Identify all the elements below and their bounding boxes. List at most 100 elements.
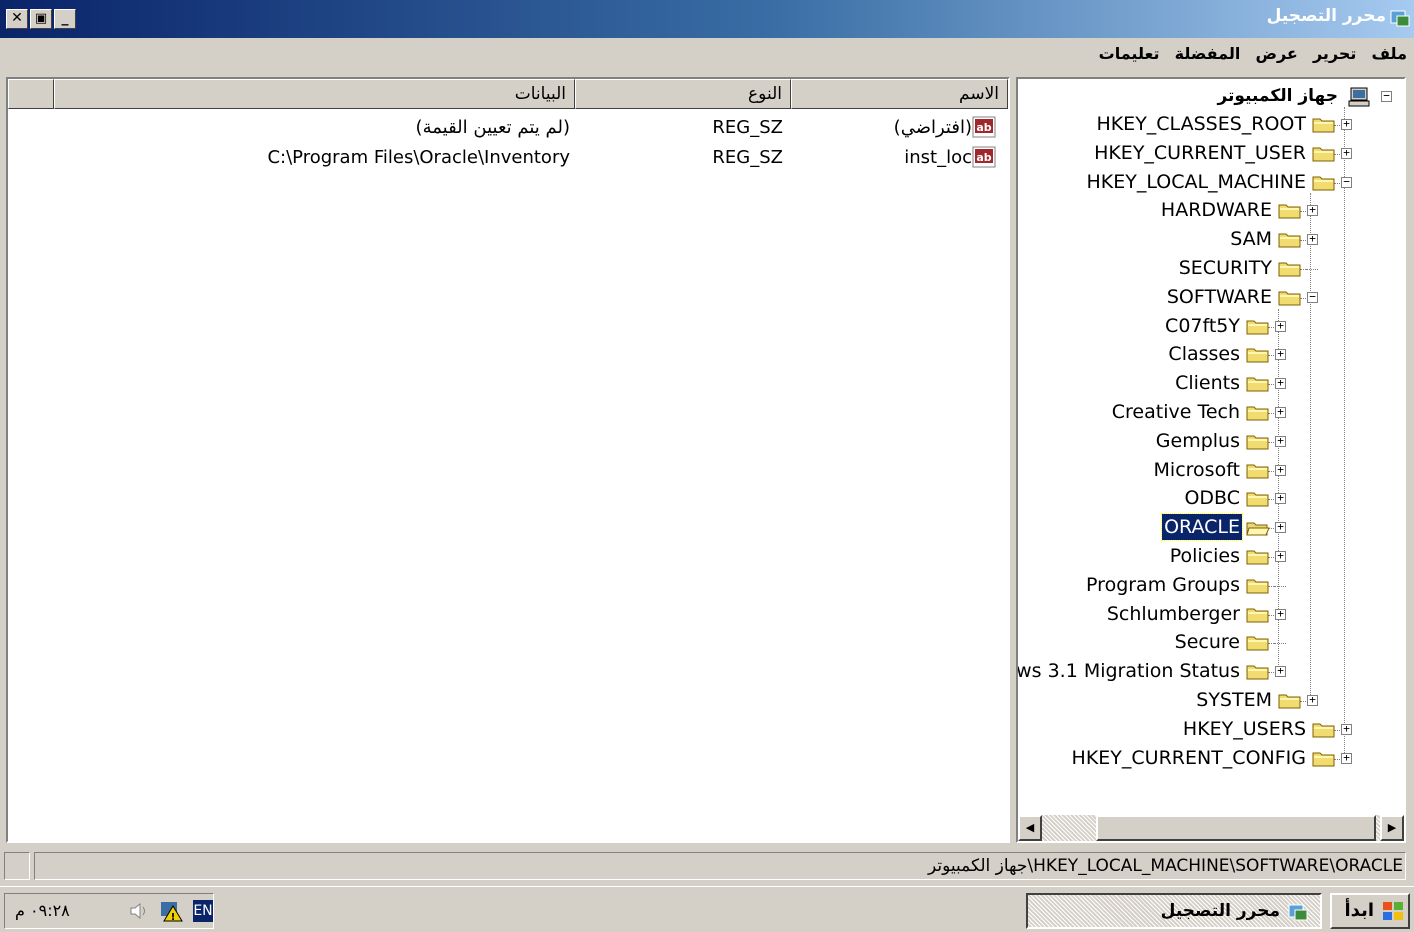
expand-icon[interactable]: + (1275, 521, 1286, 534)
value-type: REG_SZ (712, 147, 783, 168)
column-header-name[interactable]: الاسم (791, 79, 1008, 109)
menu-help[interactable]: تعليمات (1094, 44, 1165, 63)
tree-item-creative-tech[interactable]: + Creative Tech (1018, 399, 1404, 427)
tree-item-hkey-current-user[interactable]: + HKEY_CURRENT_USER (1018, 140, 1404, 168)
restore-button[interactable]: ▣ (30, 9, 52, 29)
tree-item-label: Windows 3.1 Migration Status (1016, 660, 1240, 683)
expand-icon[interactable]: + (1341, 118, 1352, 130)
tree-item-c07ft5y[interactable]: + C07ft5Y (1018, 313, 1404, 341)
window-title: محرر التصجيل (1266, 6, 1386, 26)
language-indicator[interactable]: EN (193, 900, 213, 922)
tree-item-label: HKEY_USERS (1182, 717, 1306, 740)
tree-item-policies[interactable]: + Policies (1018, 543, 1404, 571)
tree-item-software[interactable]: − SOFTWARE (1018, 284, 1404, 312)
tree-item-label: SECURITY (1178, 257, 1272, 279)
expand-icon[interactable]: + (1341, 147, 1352, 159)
svg-text:ab: ab (976, 151, 991, 164)
title-bar[interactable]: محرر التصجيل ✕ ▣ _ (0, 0, 1414, 38)
folder-icon (1246, 377, 1269, 392)
start-button[interactable]: ابدأ (1330, 893, 1410, 929)
scroll-left-button[interactable]: ◀ (1018, 815, 1042, 841)
warning-icon[interactable]: ! (159, 900, 183, 922)
tree-item-label: HKEY_CURRENT_USER (1094, 141, 1306, 164)
folder-icon (1246, 665, 1269, 680)
tree-item-label: Clients (1175, 372, 1240, 395)
folder-icon (1312, 147, 1335, 162)
expand-icon[interactable]: + (1307, 694, 1318, 706)
tree-item-hkey-current-config[interactable]: + HKEY_CURRENT_CONFIG (1018, 745, 1404, 773)
taskbar-app-label: محرر التصجيل (1160, 901, 1280, 921)
taskbar-app-button[interactable]: محرر التصجيل (1026, 893, 1322, 929)
start-label: ابدأ (1344, 900, 1375, 921)
clock: ٠٩:٢٨ م (15, 901, 70, 920)
folder-icon (1246, 320, 1269, 335)
tree-item-program-groups[interactable]: Program Groups (1018, 572, 1404, 600)
expand-icon[interactable]: + (1275, 550, 1286, 562)
tree-item-classes[interactable]: + Classes (1018, 341, 1404, 369)
expand-icon[interactable]: + (1341, 752, 1352, 764)
tree-item-label: ODBC (1184, 487, 1240, 510)
expand-icon[interactable]: + (1275, 608, 1286, 620)
tree-item-hkey-classes-root[interactable]: + HKEY_CLASSES_ROOT (1018, 111, 1404, 139)
folder-open-icon (1246, 522, 1270, 536)
expand-icon[interactable]: + (1275, 348, 1286, 361)
tree-item-hkey-users[interactable]: + HKEY_USERS (1018, 716, 1404, 744)
tree-item-security[interactable]: SECURITY (1018, 255, 1404, 283)
tree-item-schlumberger[interactable]: + Schlumberger (1018, 601, 1404, 629)
expand-icon[interactable]: + (1275, 435, 1286, 447)
tree-item-oracle[interactable]: + ORACLE (1018, 513, 1404, 542)
tree-item-label: Secure (1174, 631, 1240, 654)
registry-tree[interactable]: − جهاز الكمبيوتر + HKEY_CLASSES_ROOT + HKEY… (1016, 77, 1406, 843)
tree-item-label: Microsoft (1153, 458, 1240, 481)
folder-icon (1312, 723, 1335, 738)
tree-root-label: جهاز الكمبيوتر (1217, 86, 1338, 106)
folder-icon (1312, 118, 1335, 133)
expand-icon[interactable]: + (1275, 320, 1286, 332)
expand-icon[interactable]: + (1307, 204, 1318, 217)
menu-file[interactable]: ملف (1367, 44, 1413, 63)
expand-icon[interactable]: + (1275, 665, 1286, 678)
column-header-data[interactable]: البيانات (54, 79, 575, 109)
tree-item-gemplus[interactable]: + Gemplus (1018, 428, 1404, 456)
scroll-thumb[interactable] (1096, 815, 1376, 841)
menu-favorites[interactable]: المفضلة (1170, 44, 1246, 63)
tree-item-system[interactable]: + SYSTEM (1018, 687, 1404, 715)
tree-item-sam[interactable]: + SAM (1018, 226, 1404, 254)
folder-icon (1246, 550, 1269, 565)
value-type: REG_SZ (712, 117, 783, 138)
system-tray: EN ! ٠٩:٢٨ م (4, 893, 214, 929)
tree-item-secure[interactable]: Secure (1018, 629, 1404, 657)
expand-icon[interactable]: + (1275, 464, 1286, 476)
tree-item-clients[interactable]: + Clients (1018, 370, 1404, 398)
collapse-icon[interactable]: − (1341, 176, 1352, 188)
volume-icon[interactable] (129, 902, 149, 920)
value-name: (افتراضي) (893, 117, 972, 138)
collapse-icon[interactable]: − (1307, 291, 1318, 303)
value-data: (لم يتم تعيين القيمة) (415, 117, 570, 138)
string-value-icon: ab (972, 116, 996, 138)
close-button[interactable]: ✕ (6, 9, 28, 29)
tree-item-label: ORACLE (1161, 513, 1243, 542)
tree-item-hkey-local-machine[interactable]: − HKEY_LOCAL_MACHINE (1018, 169, 1404, 197)
tree-item-windows-3-1-migration-status[interactable]: + Windows 3.1 Migration Status (1018, 658, 1404, 686)
expand-icon[interactable]: + (1307, 233, 1318, 246)
menu-edit[interactable]: تحرير (1308, 44, 1361, 63)
tree-root[interactable]: − جهاز الكمبيوتر (1032, 83, 1392, 111)
expand-icon[interactable]: + (1275, 492, 1286, 505)
tree-item-microsoft[interactable]: + Microsoft (1018, 457, 1404, 485)
tree-item-hardware[interactable]: + HARDWARE (1018, 197, 1404, 225)
tree-item-label: Policies (1169, 545, 1240, 567)
menu-view[interactable]: عرض (1250, 44, 1302, 63)
tree-item-odbc[interactable]: + ODBC (1018, 485, 1404, 513)
expand-icon[interactable]: + (1275, 406, 1286, 418)
expand-icon[interactable]: + (1275, 377, 1286, 390)
scroll-right-button[interactable]: ▶ (1380, 815, 1404, 841)
folder-icon (1246, 406, 1269, 421)
values-list[interactable]: البيانات النوع الاسم ab (افتراضي) REG_SZ… (6, 77, 1010, 843)
minimize-button[interactable]: _ (54, 9, 76, 29)
collapse-icon[interactable]: − (1381, 90, 1392, 102)
column-header-type[interactable]: النوع (575, 79, 791, 109)
folder-icon (1312, 176, 1335, 191)
expand-icon[interactable]: + (1341, 723, 1352, 735)
tree-horizontal-scrollbar[interactable]: ◀ ▶ (1018, 815, 1404, 841)
